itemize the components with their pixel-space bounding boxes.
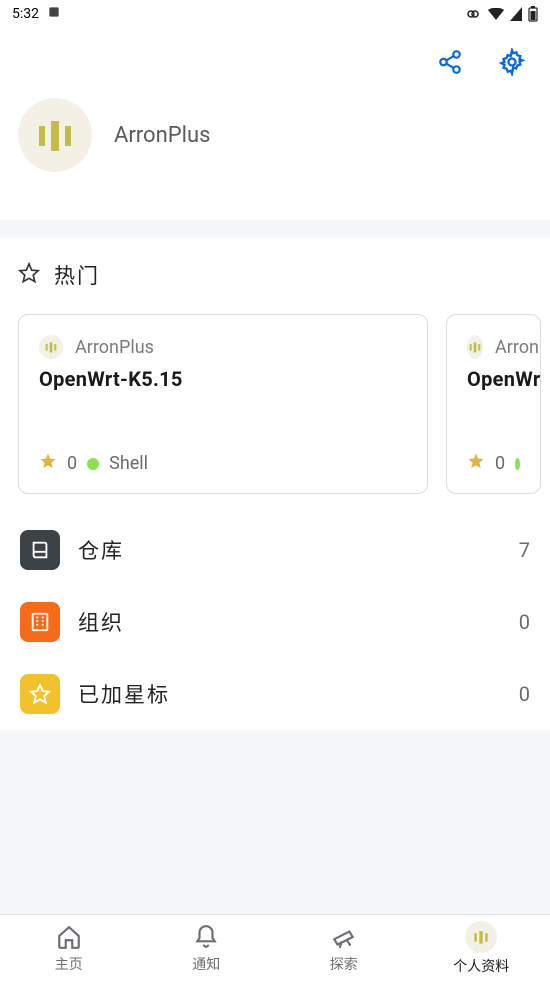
star-icon — [467, 452, 485, 475]
username: ArronPlus — [114, 123, 210, 148]
menu-label: 已加星标 — [78, 679, 501, 709]
battery-icon — [528, 6, 538, 22]
org-icon — [20, 602, 60, 642]
repo-card[interactable]: ArronPlus OpenWrt-K5.15 0 Shell — [18, 314, 428, 494]
status-indicators — [464, 6, 538, 22]
star-outline-icon — [18, 262, 40, 288]
repo-owner-avatar-icon — [39, 335, 63, 359]
menu-count: 0 — [519, 682, 530, 706]
repo-icon — [20, 530, 60, 570]
popular-section: 热门 ArronPlus OpenWrt-K5.15 0 Shell — [0, 238, 550, 730]
status-app-icon — [47, 5, 61, 23]
tab-label: 主页 — [55, 954, 83, 974]
repo-stars: 0 — [67, 453, 77, 474]
tab-label: 通知 — [192, 954, 220, 974]
repo-name: OpenWrt-K5.15 — [39, 367, 407, 391]
menu-label: 仓库 — [78, 535, 501, 565]
gear-icon[interactable] — [496, 46, 528, 78]
signal-icon — [510, 7, 522, 21]
menu-item-repos[interactable]: 仓库 7 — [0, 514, 550, 586]
home-icon — [55, 923, 83, 951]
menu-label: 组织 — [78, 607, 501, 637]
repo-owner: ArronPlus — [495, 337, 541, 358]
popular-title: 热门 — [54, 260, 100, 290]
starred-icon — [20, 674, 60, 714]
menu-count: 0 — [519, 610, 530, 634]
tab-profile[interactable]: 个人资料 — [413, 915, 550, 982]
repo-owner-avatar-icon — [467, 335, 483, 359]
avatar[interactable] — [18, 98, 92, 172]
share-icon[interactable] — [434, 46, 466, 78]
profile-avatar-icon — [465, 921, 497, 953]
tab-notifications[interactable]: 通知 — [138, 915, 276, 982]
vpn-icon — [464, 9, 482, 19]
tab-label: 个人资料 — [453, 956, 509, 976]
repo-language: Shell — [109, 453, 148, 474]
profile-header: ArronPlus — [0, 28, 550, 220]
menu-item-starred[interactable]: 已加星标 0 — [0, 658, 550, 730]
tab-explore[interactable]: 探索 — [275, 915, 413, 982]
tab-bar: 主页 通知 探索 个人资料 — [0, 914, 550, 982]
menu-item-orgs[interactable]: 组织 0 — [0, 586, 550, 658]
wifi-icon — [488, 8, 504, 20]
menu-count: 7 — [519, 538, 530, 562]
repo-owner: ArronPlus — [75, 337, 154, 358]
status-time: 5:32 — [12, 6, 39, 22]
language-dot-icon — [87, 458, 99, 470]
star-icon — [39, 452, 57, 475]
status-bar: 5:32 — [0, 0, 550, 28]
bell-icon — [192, 923, 220, 951]
telescope-icon — [330, 923, 358, 951]
repo-stars: 0 — [495, 453, 505, 474]
tab-home[interactable]: 主页 — [0, 915, 138, 982]
repo-name: OpenWr — [467, 367, 520, 391]
tab-label: 探索 — [330, 954, 358, 974]
language-dot-icon — [515, 458, 520, 470]
repo-card[interactable]: ArronPlus OpenWr 0 — [446, 314, 541, 494]
